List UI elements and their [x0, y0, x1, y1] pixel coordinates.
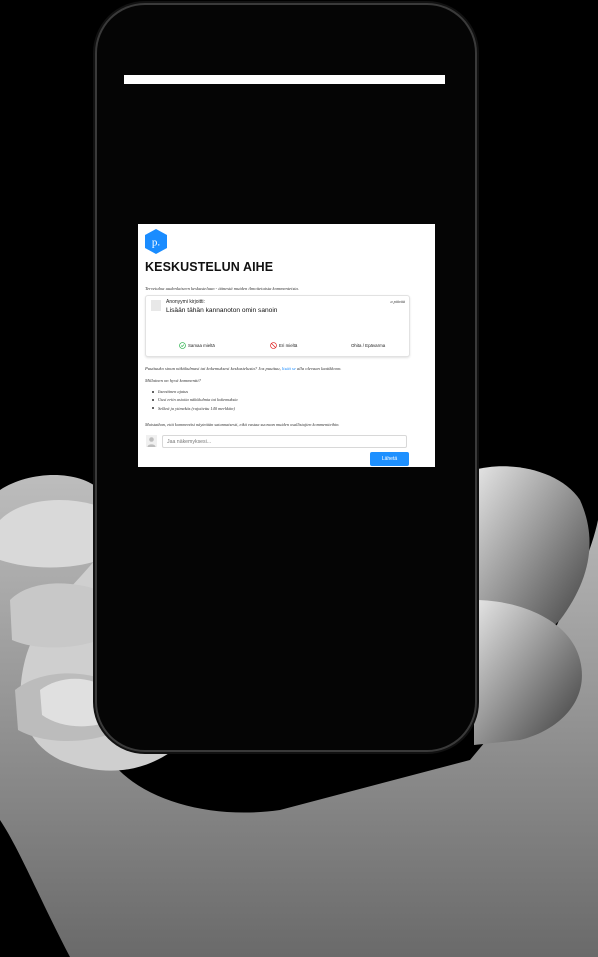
add-comment-link[interactable]: lisää se [282, 366, 296, 371]
note-text: Muistathan, että kommentisi näytetään sa… [145, 422, 340, 427]
ban-icon [270, 342, 277, 349]
prompt-text-start: Puuttuuko sinun näkökulmasi tai kokemuks… [145, 366, 281, 371]
intro-text: Tervetuloa uudenlaiseen keskusteluun - ä… [145, 286, 299, 291]
page-title: KESKUSTELUN AIHE [145, 260, 274, 274]
phone-status-bar [124, 75, 445, 84]
prompt-text-end: alla olevaan laatikkoon. [296, 366, 342, 371]
brand-logo-icon: p. [145, 229, 167, 254]
list-item: Uusi eriin asioita näkökulmia tai kokemu… [152, 397, 238, 405]
svg-text:p.: p. [152, 237, 161, 249]
vote-skip-label: Ohita / Epävarma [351, 343, 386, 348]
comment-text: Lisään tähän kannanoton omin sanoin [166, 307, 278, 314]
vote-agree-label: Samaa mieltä [188, 343, 215, 348]
vote-disagree-label: Eri mieltä [279, 343, 298, 348]
list-item: Selkeä ja ytimekäs (rajoitettu 140 merkk… [152, 406, 238, 414]
vote-disagree-button[interactable]: Eri mieltä [270, 341, 297, 350]
comment-card: Anonyymi kirjoitti: a päivää Lisään tähä… [145, 295, 410, 357]
prompt-text: Puuttuuko sinun näkökulmasi tai kokemuks… [145, 366, 342, 371]
user-avatar-icon [146, 435, 157, 447]
comment-author: Anonyymi kirjoitti: [166, 299, 205, 305]
guideline-list: Itsenäinen ajatus Uusi eriin asioita näk… [152, 389, 238, 414]
comment-time: a päivää [390, 299, 405, 304]
list-item: Itsenäinen ajatus [152, 389, 238, 397]
send-button[interactable]: Lähetä [370, 452, 409, 466]
vote-agree-button[interactable]: Samaa mieltä [179, 341, 215, 350]
phone-screen: p. KESKUSTELUN AIHE Tervetuloa uudenlais… [138, 224, 435, 467]
avatar [151, 300, 161, 311]
guideline-heading: Millainen on hyvä kommentti? [145, 378, 202, 383]
check-circle-icon [179, 342, 186, 349]
comment-input[interactable] [162, 435, 407, 448]
vote-skip-button[interactable]: Ohita / Epävarma [351, 341, 385, 350]
